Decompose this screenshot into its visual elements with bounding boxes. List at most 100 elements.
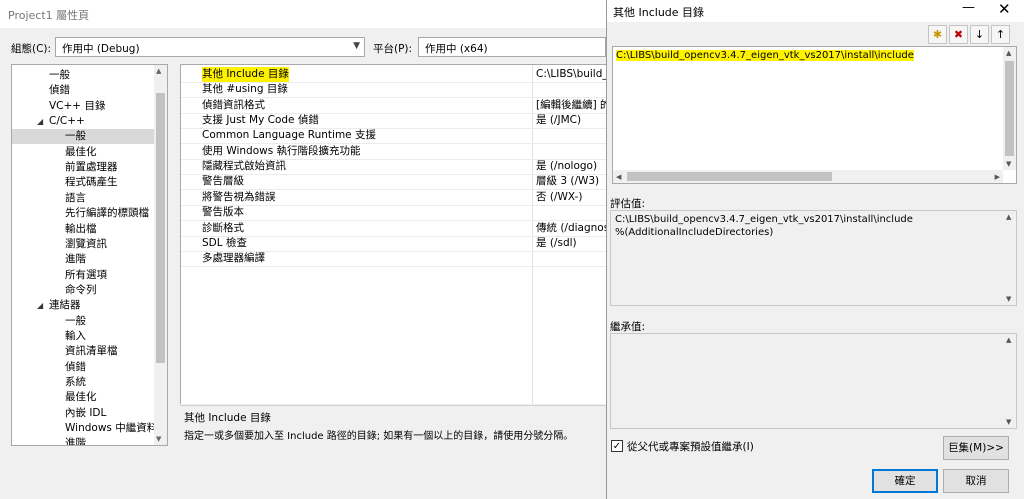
evaluated-line: C:\LIBS\build_opencv3.4.7_eigen_vtk_vs20… bbox=[615, 214, 913, 225]
tree-item[interactable]: 內嵌 IDL bbox=[12, 406, 155, 421]
grid-row[interactable]: 偵錯資訊格式 [編輯後繼續] 的 bbox=[181, 98, 606, 114]
tree-item[interactable]: 輸出檔 bbox=[12, 222, 155, 237]
tree-expander-icon[interactable]: ◢ bbox=[37, 114, 43, 129]
chevron-down-icon: ▼ bbox=[353, 41, 360, 51]
tree-scrollbar[interactable]: ▲ ▼ bbox=[154, 65, 167, 445]
grid-row[interactable]: 使用 Windows 執行階段擴充功能 bbox=[181, 144, 606, 160]
grid-row[interactable]: 警告層級 層級 3 (/W3) bbox=[181, 174, 606, 191]
tree-item[interactable]: 進階 bbox=[12, 436, 155, 445]
tree-item[interactable]: 最佳化 bbox=[12, 390, 155, 405]
tree-item-label: C/C++ bbox=[49, 115, 85, 128]
grid-row[interactable]: Common Language Runtime 支援 bbox=[181, 128, 606, 145]
scroll-left-icon[interactable]: ◀ bbox=[616, 173, 621, 181]
tree-item[interactable]: 一般 bbox=[12, 314, 155, 329]
tree-item-label: 先行編譯的標頭檔 bbox=[65, 207, 149, 220]
scroll-up-icon[interactable]: ▲ bbox=[156, 67, 161, 75]
inherited-vertical-scrollbar[interactable]: ▲ ▼ bbox=[1003, 334, 1016, 428]
tree-item[interactable]: 進階 bbox=[12, 252, 155, 267]
macros-button[interactable]: 巨集(M)>> bbox=[943, 436, 1009, 460]
grid-row[interactable]: 其他 Include 目錄 C:\LIBS\build_ bbox=[181, 67, 606, 83]
cancel-button[interactable]: 取消 bbox=[943, 469, 1009, 493]
property-pages-titlebar[interactable]: Project1 屬性頁 bbox=[0, 0, 606, 28]
tree-item[interactable]: 系統 bbox=[12, 375, 155, 390]
property-value[interactable]: 否 (/WX-) bbox=[536, 190, 606, 205]
tree-item-label: VC++ 目錄 bbox=[49, 99, 106, 112]
grid-row[interactable]: 診斷格式 傳統 (/diagnos bbox=[181, 221, 606, 237]
property-name: 隱藏程式啟始資訊 bbox=[202, 160, 286, 173]
tree-item-label: 命令列 bbox=[65, 283, 97, 296]
tree-item[interactable]: 一般 bbox=[12, 129, 155, 145]
move-down-icon[interactable]: ↓ bbox=[970, 25, 989, 44]
tree-item[interactable]: 前置處理器 bbox=[12, 160, 155, 175]
property-grid[interactable]: 其他 Include 目錄 C:\LIBS\build_ 其他 #using 目錄偵… bbox=[180, 64, 606, 404]
tree-item[interactable]: Windows 中繼資料 bbox=[12, 421, 157, 436]
tree-item[interactable]: ◢ C/C++ bbox=[12, 114, 155, 129]
inherit-checkbox-label[interactable]: 從父代或專案預設值繼承(I) bbox=[627, 439, 754, 454]
tree-item[interactable]: ◢ 連結器 bbox=[12, 298, 155, 313]
property-name: 其他 #using 目錄 bbox=[202, 83, 288, 96]
configuration-dropdown[interactable]: 作用中 (Debug) ▼ bbox=[55, 37, 365, 57]
property-value[interactable]: C:\LIBS\build_ bbox=[536, 67, 606, 82]
tree-expander-icon[interactable]: ◢ bbox=[37, 298, 43, 313]
tree-item-label: 程式碼產生 bbox=[65, 176, 118, 189]
scroll-down-icon[interactable]: ▼ bbox=[1006, 295, 1011, 303]
property-description: 其他 Include 目錄 指定一或多個要加入至 Include 路徑的目錄; … bbox=[180, 405, 606, 455]
grid-row[interactable]: 將警告視為錯誤 否 (/WX-) bbox=[181, 190, 606, 206]
tree-item[interactable]: 所有選項 bbox=[12, 268, 155, 283]
tree-item[interactable]: 命令列 bbox=[12, 283, 155, 298]
property-value[interactable]: 傳統 (/diagnos bbox=[536, 221, 606, 236]
property-value[interactable]: 是 (/sdl) bbox=[536, 236, 606, 251]
scroll-down-icon[interactable]: ▼ bbox=[1006, 418, 1011, 426]
property-value[interactable]: 是 (/JMC) bbox=[536, 113, 606, 128]
delete-icon[interactable]: ✖ bbox=[949, 25, 968, 44]
ok-button[interactable]: 確定 bbox=[872, 469, 938, 493]
grid-row[interactable]: 多處理器編譯 bbox=[181, 251, 606, 268]
tree-item[interactable]: 偵錯 bbox=[12, 360, 155, 375]
include-dialog-titlebar[interactable]: 其他 Include 目錄 — ✕ bbox=[607, 0, 1024, 22]
property-tree[interactable]: 一般 偵錯 VC++ 目錄 ◢ C/C++ 一般 最佳化 前置處理器 程式碼產生 語言 先行編譯的標… bbox=[11, 64, 168, 446]
tree-item[interactable]: 瀏覽資訊 bbox=[12, 237, 155, 252]
include-path-entry[interactable]: C:\LIBS\build_opencv3.4.7_eigen_vtk_vs20… bbox=[616, 50, 914, 61]
tree-item[interactable]: 程式碼產生 bbox=[12, 175, 155, 190]
scroll-up-icon[interactable]: ▲ bbox=[1006, 336, 1011, 344]
include-list-textbox[interactable]: C:\LIBS\build_opencv3.4.7_eigen_vtk_vs20… bbox=[612, 46, 1017, 184]
inherit-checkbox[interactable]: ✓ bbox=[611, 440, 623, 452]
scroll-down-icon[interactable]: ▼ bbox=[156, 435, 161, 443]
close-icon[interactable]: ✕ bbox=[998, 0, 1011, 18]
property-name: 支援 Just My Code 偵錯 bbox=[202, 114, 319, 127]
grid-row[interactable]: 警告版本 bbox=[181, 205, 606, 222]
tree-item[interactable]: VC++ 目錄 bbox=[12, 99, 155, 114]
property-value[interactable]: 層級 3 (/W3) bbox=[536, 174, 606, 189]
list-vscroll-thumb[interactable] bbox=[1005, 61, 1014, 156]
tree-item[interactable]: 輸入 bbox=[12, 329, 155, 344]
scroll-up-icon[interactable]: ▲ bbox=[1006, 49, 1011, 57]
grid-row[interactable]: 支援 Just My Code 偵錯 是 (/JMC) bbox=[181, 113, 606, 130]
property-value[interactable]: [編輯後繼續] 的 bbox=[536, 98, 606, 113]
platform-dropdown[interactable]: 作用中 (x64) bbox=[418, 37, 606, 57]
tree-item[interactable]: 最佳化 bbox=[12, 145, 155, 160]
tree-item[interactable]: 偵錯 bbox=[12, 83, 155, 98]
list-horizontal-scrollbar[interactable]: ◀ ▶ bbox=[613, 170, 1003, 183]
grid-row[interactable]: SDL 檢查 是 (/sdl) bbox=[181, 236, 606, 252]
scroll-right-icon[interactable]: ▶ bbox=[995, 173, 1000, 181]
evaluated-value-box: C:\LIBS\build_opencv3.4.7_eigen_vtk_vs20… bbox=[610, 210, 1017, 306]
property-value[interactable]: 是 (/nologo) bbox=[536, 159, 606, 174]
grid-row[interactable]: 隱藏程式啟始資訊 是 (/nologo) bbox=[181, 159, 606, 176]
grid-row[interactable]: 其他 #using 目錄 bbox=[181, 82, 606, 99]
evaluated-vertical-scrollbar[interactable]: ▲ ▼ bbox=[1003, 211, 1016, 305]
list-hscroll-thumb[interactable] bbox=[627, 172, 832, 181]
tree-item[interactable]: 語言 bbox=[12, 191, 155, 206]
new-line-icon[interactable]: ✱ bbox=[928, 25, 947, 44]
move-up-icon[interactable]: ↑ bbox=[991, 25, 1010, 44]
tree-item[interactable]: 一般 bbox=[12, 68, 155, 83]
tree-item-label: 瀏覽資訊 bbox=[65, 237, 107, 250]
scroll-up-icon[interactable]: ▲ bbox=[1006, 213, 1011, 221]
evaluated-value-text: C:\LIBS\build_opencv3.4.7_eigen_vtk_vs20… bbox=[615, 213, 913, 239]
tree-item[interactable]: 先行編譯的標頭檔 bbox=[12, 206, 155, 221]
tree-item[interactable]: 資訊清單檔 bbox=[12, 344, 155, 359]
scroll-down-icon[interactable]: ▼ bbox=[1006, 160, 1011, 168]
list-vertical-scrollbar[interactable]: ▲ ▼ bbox=[1003, 47, 1016, 170]
tree-scroll-thumb[interactable] bbox=[156, 93, 165, 363]
minimize-icon[interactable]: — bbox=[962, 0, 975, 15]
property-name: 使用 Windows 執行階段擴充功能 bbox=[202, 144, 361, 157]
